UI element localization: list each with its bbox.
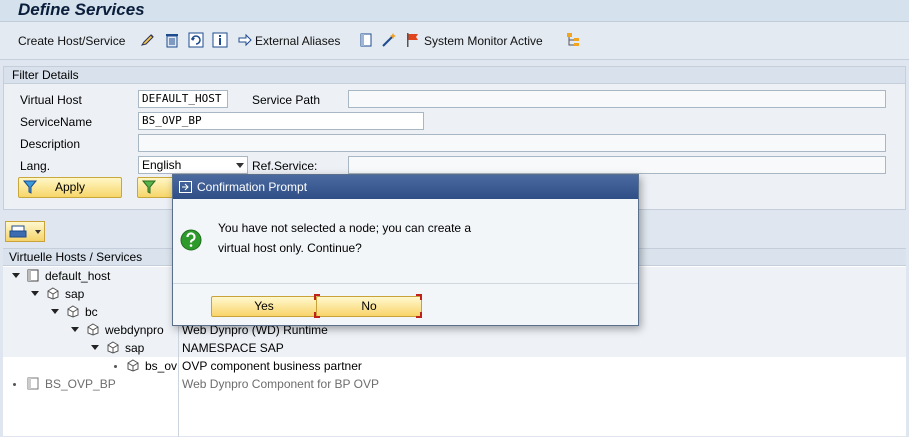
host-icon (27, 269, 39, 282)
filter-icon (23, 180, 37, 194)
tree-node-label: webdynpro (105, 323, 164, 337)
tree-node-label: bc (85, 305, 98, 319)
service-node-icon (127, 359, 139, 372)
dialog-title: Confirmation Prompt (197, 180, 308, 194)
lang-label: Lang. (20, 159, 51, 173)
no-button[interactable]: No (316, 296, 422, 317)
service-path-field[interactable] (348, 90, 886, 108)
tree-node-label: sap (65, 287, 85, 301)
description-label: Description (20, 137, 81, 151)
expand-toggle-icon[interactable] (91, 345, 99, 350)
host-icon (27, 377, 39, 390)
tree-node-label: default_host (45, 269, 111, 283)
window-icon (179, 181, 192, 193)
expand-toggle-icon[interactable] (71, 327, 79, 332)
apply-label: Apply (54, 180, 86, 194)
leaf-bullet-icon (13, 383, 16, 386)
expand-toggle-icon[interactable] (12, 273, 20, 278)
info-icon[interactable] (212, 32, 228, 48)
dialog-message-line1: You have not selected a node; you can cr… (218, 221, 472, 235)
tree-row[interactable]: BS_OVP_BP Web Dynpro Component for BP OV… (3, 375, 906, 437)
tree-row[interactable]: sap NAMESPACE SAP (3, 339, 906, 357)
tree-node-label: sap (125, 341, 145, 355)
tree-node-label: bs_ov (145, 359, 178, 373)
arrow-icon[interactable] (237, 32, 253, 48)
tree-row[interactable]: bs_ov OVP component business partner (3, 357, 906, 375)
service-node-icon (67, 305, 79, 318)
print-icon (9, 225, 27, 238)
expand-toggle-icon[interactable] (31, 291, 39, 296)
focus-corner (416, 312, 422, 318)
layout-menu-button[interactable] (5, 221, 45, 242)
focus-corner (416, 294, 422, 300)
ref-service-field[interactable] (348, 156, 886, 174)
description-field[interactable] (138, 134, 886, 152)
dialog-message-line2: virtual host only. Continue? (218, 241, 362, 255)
question-icon (180, 229, 202, 251)
virtual-host-field[interactable]: DEFAULT_HOST (138, 90, 228, 108)
leaf-bullet-icon (114, 365, 117, 368)
apply-button[interactable]: Apply (18, 177, 122, 198)
book-icon[interactable] (358, 32, 374, 48)
focus-corner (314, 294, 320, 300)
delete-icon[interactable] (164, 32, 180, 48)
language-value: English (142, 158, 182, 172)
expand-toggle-icon[interactable] (51, 309, 59, 314)
focus-corner (314, 312, 320, 318)
application-toolbar: Create Host/Service External Aliases Sys… (0, 22, 909, 60)
external-aliases-button[interactable]: External Aliases (255, 33, 340, 49)
tree-node-description: NAMESPACE SAP (182, 341, 284, 355)
filter-details-title: Filter Details (4, 67, 905, 84)
refresh-icon[interactable] (188, 32, 204, 48)
service-name-field[interactable]: BS_OVP_BP (138, 112, 424, 130)
language-select[interactable]: English (138, 156, 248, 174)
tree-node-label: BS_OVP_BP (45, 377, 116, 391)
service-node-icon (47, 287, 59, 300)
service-node-icon (87, 323, 99, 336)
hierarchy-icon[interactable] (566, 32, 582, 48)
wand-icon[interactable] (381, 32, 397, 48)
filter-settings-icon (142, 180, 157, 194)
chevron-down-icon (236, 163, 244, 168)
title-bar: Define Services (0, 0, 909, 22)
service-path-label: Service Path (252, 93, 321, 107)
service-node-icon (107, 341, 119, 354)
virtual-host-label: Virtual Host (20, 93, 82, 107)
confirmation-dialog: Confirmation Prompt You have not selecte… (172, 174, 639, 326)
yes-button[interactable]: Yes (211, 296, 317, 317)
flag-icon[interactable] (405, 32, 421, 48)
dialog-title-bar: Confirmation Prompt (173, 175, 638, 199)
page-title: Define Services (18, 0, 145, 19)
service-name-label: ServiceName (20, 115, 93, 129)
chevron-down-icon (35, 230, 41, 234)
create-host-service-button[interactable]: Create Host/Service (18, 33, 125, 49)
tree-node-description: OVP component business partner (182, 359, 362, 373)
ref-service-label: Ref.Service: (252, 159, 318, 173)
system-monitor-active-button[interactable]: System Monitor Active (424, 33, 543, 49)
edit-icon[interactable] (140, 32, 156, 48)
tree-node-description: Web Dynpro Component for BP OVP (182, 377, 379, 391)
